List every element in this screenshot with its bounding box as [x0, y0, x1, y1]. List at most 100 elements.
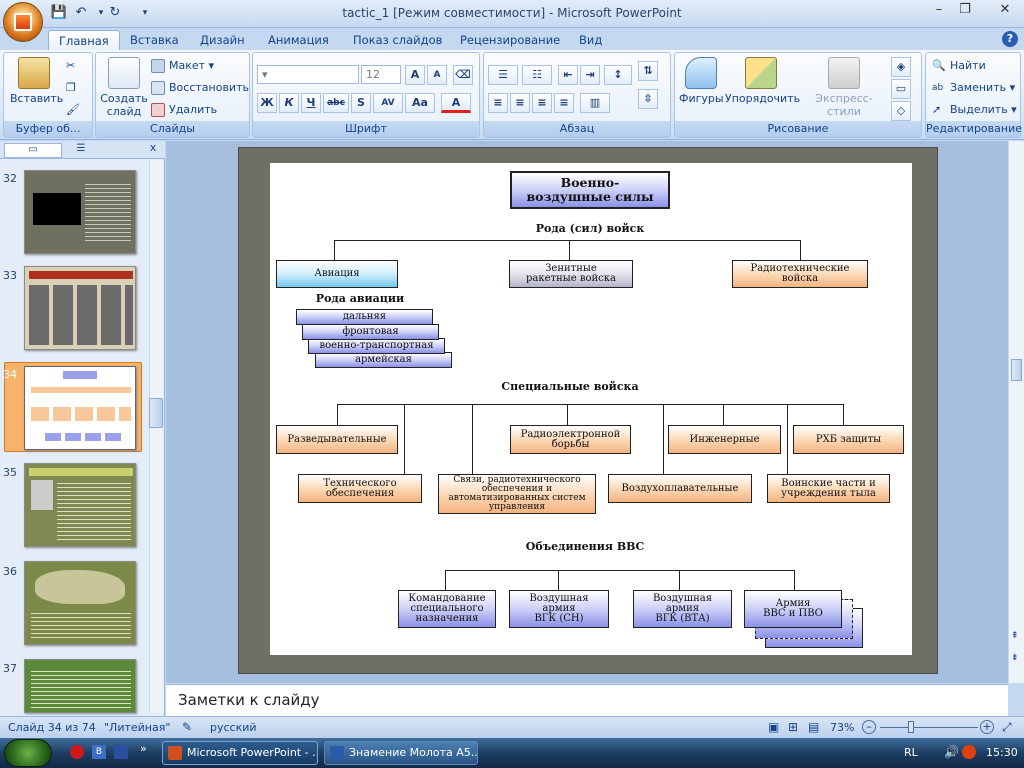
strikethrough-button[interactable]: abc: [323, 93, 349, 113]
aviation-frontline[interactable]: фронтовая: [302, 324, 439, 340]
language-indicator[interactable]: русский: [210, 721, 257, 734]
assoc-air-army-vta[interactable]: Воздушная армия ВГК (ВТА): [633, 590, 732, 628]
slide-scroll-thumb[interactable]: [1011, 359, 1022, 381]
numbering-icon[interactable]: ☷: [522, 65, 552, 85]
bullets-icon[interactable]: ☰: [488, 65, 518, 85]
aviation-army[interactable]: армейская: [315, 352, 452, 368]
select-button[interactable]: ➚ Выделить ▾: [932, 101, 1017, 119]
replace-button[interactable]: ab Заменить ▾: [932, 79, 1015, 97]
taskbar-powerpoint[interactable]: Microsoft PowerPoint - ...: [162, 741, 318, 765]
arrange-button[interactable]: Упорядочить: [725, 57, 800, 105]
close-button[interactable]: ✕: [994, 2, 1016, 20]
decrease-indent-icon[interactable]: ⇤: [558, 65, 578, 85]
slide-thumbnail-35[interactable]: [24, 463, 136, 547]
format-painter-icon[interactable]: 🖌: [66, 101, 80, 119]
vk-icon[interactable]: B: [92, 745, 106, 759]
tab-slides-icon[interactable]: ▭: [4, 143, 62, 158]
fit-to-window-icon[interactable]: ⤢: [1002, 720, 1012, 735]
assoc-army-vvs-pvo[interactable]: Армия ВВС и ПВО: [744, 590, 842, 628]
slide-thumbnail-32[interactable]: [24, 170, 136, 254]
aviation-long-range[interactable]: дальняя: [296, 309, 433, 325]
slide-thumbnail-37[interactable]: [24, 659, 136, 713]
spellcheck-icon[interactable]: ✎: [182, 720, 192, 734]
paste-button[interactable]: Вставить: [10, 57, 63, 105]
restore-button[interactable]: ❐: [954, 2, 976, 20]
slide-thumbnail-34[interactable]: [24, 366, 136, 450]
opera-icon[interactable]: [70, 745, 84, 759]
tab-insert[interactable]: Вставка: [120, 30, 189, 50]
slide-thumbnail-33[interactable]: [24, 266, 136, 350]
cut-icon[interactable]: ✂: [66, 57, 75, 75]
aviation-transport[interactable]: военно-транспортная: [308, 338, 445, 354]
reset-button[interactable]: Восстановить: [151, 79, 249, 97]
special-tech-support[interactable]: Технического обеспечения: [298, 474, 422, 503]
slides-panel-scroll-thumb[interactable]: [149, 398, 163, 428]
layout-button[interactable]: Макет ▾: [151, 57, 214, 75]
branch-sam-troops[interactable]: Зенитные ракетные войска: [509, 260, 633, 288]
underline-button[interactable]: Ч: [301, 93, 321, 113]
shadow-button[interactable]: S: [351, 93, 371, 113]
tab-animation[interactable]: Анимация: [258, 30, 339, 50]
italic-button[interactable]: К: [279, 93, 299, 113]
align-center-icon[interactable]: ≡: [510, 93, 530, 113]
text-direction-icon[interactable]: ⇅: [638, 61, 658, 81]
prev-slide-icon[interactable]: ⇞: [1011, 631, 1019, 641]
align-text-icon[interactable]: ⇳: [638, 89, 658, 109]
font-size-input[interactable]: 12: [361, 65, 401, 84]
slide-scrollbar[interactable]: ⇞ ⇟: [1008, 141, 1024, 683]
line-spacing-icon[interactable]: ↕: [604, 65, 632, 85]
special-ew[interactable]: Радиоэлектронной борьбы: [510, 425, 631, 454]
slide-title[interactable]: Военно- воздушные силы: [510, 171, 670, 209]
font-color-button[interactable]: A: [441, 93, 471, 113]
minimize-button[interactable]: –: [928, 2, 950, 20]
font-name-input[interactable]: ▾: [257, 65, 359, 84]
shapes-button[interactable]: Фигуры: [679, 57, 724, 105]
help-icon[interactable]: ?: [1002, 31, 1018, 47]
zoom-slider-thumb[interactable]: [908, 721, 914, 733]
shrink-font-button[interactable]: A: [427, 65, 447, 85]
align-right-icon[interactable]: ≡: [532, 93, 552, 113]
special-nbc[interactable]: РХБ защиты: [793, 425, 904, 454]
justify-icon[interactable]: ≡: [554, 93, 574, 113]
special-engineer[interactable]: Инженерные: [668, 425, 781, 454]
tab-outline-icon[interactable]: ☰: [66, 143, 96, 158]
special-signals[interactable]: Связи, радиотехнического обеспечения и а…: [438, 474, 596, 514]
tab-view[interactable]: Вид: [569, 30, 612, 50]
quicklaunch-icon[interactable]: [114, 745, 128, 759]
notes-pane[interactable]: Заметки к слайду: [166, 684, 1008, 716]
increase-indent-icon[interactable]: ⇥: [580, 65, 600, 85]
zoom-out-icon[interactable]: –: [862, 720, 876, 734]
bold-button[interactable]: Ж: [257, 93, 277, 113]
copy-icon[interactable]: ❐: [66, 79, 76, 97]
tab-home[interactable]: Главная: [48, 30, 120, 50]
tab-design[interactable]: Дизайн: [190, 30, 255, 50]
grow-font-button[interactable]: A: [405, 65, 425, 85]
special-balloon[interactable]: Воздухоплавательные: [608, 474, 752, 503]
branch-radio-troops[interactable]: Радиотехнические войска: [732, 260, 868, 288]
tray-icon[interactable]: [962, 745, 976, 759]
change-case-button[interactable]: Aa: [405, 93, 435, 113]
zoom-in-icon[interactable]: +: [980, 720, 994, 734]
taskbar-word[interactable]: Знамение Молота А5...: [324, 741, 478, 765]
delete-slide-button[interactable]: Удалить: [151, 101, 217, 119]
special-rear[interactable]: Воинские части и учреждения тыла: [767, 474, 890, 503]
shape-effects-icon[interactable]: ◇: [891, 101, 911, 121]
assoc-air-army-sn[interactable]: Воздушная армия ВГК (СН): [509, 590, 609, 628]
zoom-slider[interactable]: [880, 727, 978, 728]
next-slide-icon[interactable]: ⇟: [1011, 653, 1019, 663]
sorter-view-icon[interactable]: ⊞: [788, 720, 798, 734]
tab-slideshow[interactable]: Показ слайдов: [343, 30, 452, 50]
shape-outline-icon[interactable]: ▭: [891, 79, 911, 99]
columns-icon[interactable]: ▥: [580, 93, 610, 113]
quick-styles-button[interactable]: Экспресс-стили: [799, 57, 889, 118]
quicklaunch-expand-icon[interactable]: »: [140, 742, 147, 755]
close-panel-icon[interactable]: x: [146, 141, 160, 157]
slides-panel-scrollbar[interactable]: [149, 160, 163, 713]
clear-format-icon[interactable]: ⌫: [453, 65, 473, 85]
normal-view-icon[interactable]: ▣: [768, 720, 779, 734]
start-button[interactable]: [4, 739, 52, 767]
find-button[interactable]: 🔍 Найти: [932, 57, 986, 75]
special-recon[interactable]: Разведывательные: [276, 425, 398, 454]
slide-thumbnail-36[interactable]: [24, 561, 136, 645]
slideshow-view-icon[interactable]: ▤: [808, 720, 819, 734]
